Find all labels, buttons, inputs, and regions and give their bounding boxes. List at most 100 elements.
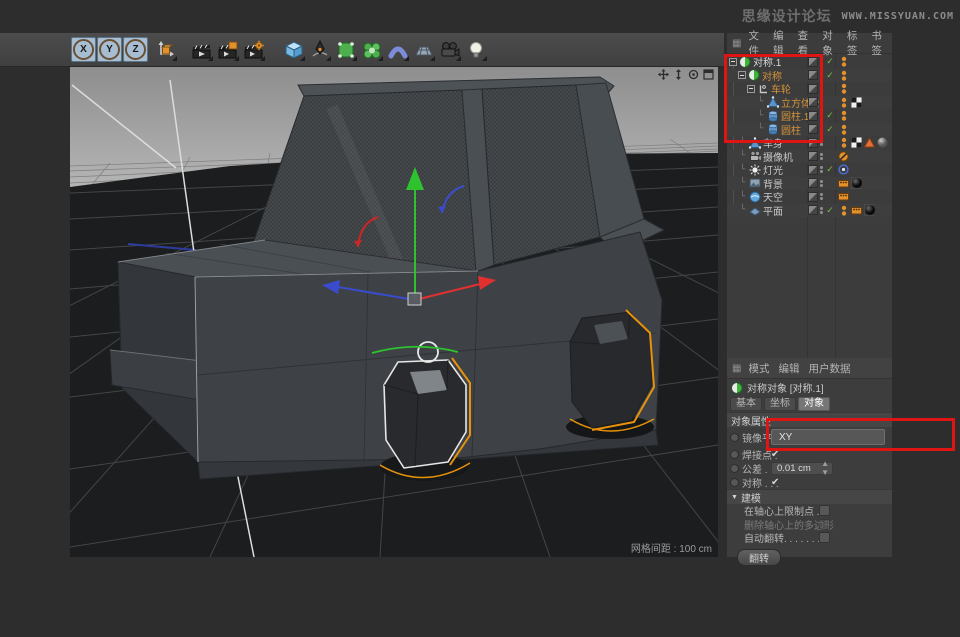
sphere-black-tag-icon[interactable] [851, 178, 862, 189]
x-axis-lock-button[interactable]: X [71, 37, 96, 62]
spline-pen-button[interactable] [307, 37, 332, 62]
panel-grid-icon[interactable]: ▦ [732, 363, 741, 374]
tag-list [838, 204, 875, 218]
background-object-icon [749, 177, 761, 189]
enable-check-icon[interactable]: ✓ [825, 111, 835, 120]
generators-button[interactable] [359, 37, 384, 62]
attribute-tabs: 基本坐标对象 [727, 396, 892, 412]
enable-check-icon[interactable]: ✓ [825, 125, 835, 134]
attribute-manager-menu-item[interactable]: 模式 [748, 361, 769, 376]
attribute-manager-menu-item[interactable]: 编辑 [778, 361, 799, 376]
keyframe-dot-icon[interactable] [730, 464, 739, 473]
object-tree-row[interactable]: └灯光✓ [727, 163, 892, 177]
object-tree-row[interactable]: └背景 [727, 177, 892, 191]
sphere-black-tag-icon[interactable] [864, 205, 875, 216]
gizmo-origin[interactable] [408, 293, 421, 305]
compositing-tag-icon[interactable] [851, 205, 862, 216]
rotate-view-icon[interactable] [687, 68, 700, 81]
visibility-dots-icon[interactable] [820, 166, 823, 173]
site-name: 思缘设计论坛 [742, 6, 832, 26]
add-cube-primitive-button[interactable] [281, 37, 306, 62]
annotation-box-mirror-plane [766, 418, 955, 451]
deformers-icon [388, 40, 408, 60]
layer-color-icon[interactable] [808, 165, 818, 175]
modeling-option-checkbox[interactable] [819, 532, 830, 543]
tab-对象[interactable]: 对象 [798, 397, 830, 411]
light-tool-button[interactable] [463, 37, 488, 62]
render-region-button[interactable] [215, 37, 240, 62]
tag-list [838, 163, 849, 177]
orange-dots-tag-icon[interactable] [838, 97, 849, 108]
layer-color-icon[interactable] [808, 192, 818, 202]
compositing-tag-icon[interactable] [838, 191, 849, 202]
camera-tool-button[interactable] [437, 37, 462, 62]
object-tree-row[interactable]: └平面✓ [727, 204, 892, 218]
object-manager-menu-item[interactable]: 书签 [871, 28, 887, 58]
viewport-3d[interactable]: 网格间距 : 100 cm [70, 67, 718, 557]
orange-dots-tag-icon[interactable] [838, 205, 849, 216]
target-tag-icon[interactable] [838, 164, 849, 175]
layer-color-icon[interactable] [808, 205, 818, 215]
viewport-controls [657, 68, 715, 81]
toggle-layout-icon[interactable] [702, 68, 715, 81]
visibility-dots-icon[interactable] [820, 153, 823, 160]
tree-branch-icon: └ [738, 165, 747, 175]
visibility-dots-icon[interactable] [820, 180, 823, 187]
uvw-tag-icon[interactable] [851, 97, 862, 108]
environment-floor-button[interactable] [411, 37, 436, 62]
enable-check-icon[interactable]: ✓ [825, 57, 835, 66]
z-axis-lock-button[interactable]: Z [123, 37, 148, 62]
tolerance-field[interactable]: 0.01 cm ▲▼ [771, 462, 833, 475]
tab-坐标[interactable]: 坐标 [764, 397, 796, 411]
noise-tag-icon[interactable] [877, 137, 888, 148]
site-url: WWW.MISSYUAN.COM [842, 11, 954, 22]
layer-color-icon[interactable] [808, 151, 818, 161]
modeling-section-header[interactable]: ▼ 建模 [727, 489, 892, 504]
render-view-icon [191, 40, 212, 60]
orange-dots-tag-icon[interactable] [838, 56, 849, 67]
orange-dots-tag-icon[interactable] [838, 137, 849, 148]
render-settings-button[interactable] [241, 37, 266, 62]
visibility-dots-icon[interactable] [820, 207, 823, 214]
tag-list [838, 55, 849, 69]
y-axis-lock-button[interactable]: Y [97, 37, 122, 62]
orange-dots-tag-icon[interactable] [838, 110, 849, 121]
keyframe-dot-icon[interactable] [730, 478, 739, 487]
orange-dots-tag-icon[interactable] [838, 124, 849, 135]
orange-dots-tag-icon[interactable] [838, 83, 849, 94]
object-tree-row[interactable]: └摄像机 [727, 150, 892, 164]
tree-branch-icon: └ [738, 205, 747, 215]
coordinate-system-button[interactable] [153, 37, 178, 62]
object-manager-menu-item[interactable]: 标签 [847, 28, 863, 58]
visibility-dots-icon[interactable] [820, 193, 823, 200]
compositing-tag-icon[interactable] [838, 178, 849, 189]
enable-check-icon[interactable]: ✓ [825, 165, 835, 174]
tab-基本[interactable]: 基本 [730, 397, 762, 411]
render-view-button[interactable] [189, 37, 214, 62]
zoom-view-icon[interactable] [672, 68, 685, 81]
keyframe-dot-icon[interactable] [730, 450, 739, 459]
flip-button[interactable]: 翻转 [737, 549, 781, 566]
generators-icon [362, 40, 382, 60]
tag-list [838, 96, 862, 110]
subdivision-surface-button[interactable] [333, 37, 358, 62]
deformers-button[interactable] [385, 37, 410, 62]
panel-grid-icon[interactable]: ▦ [732, 38, 741, 49]
symmetry-checkbox[interactable]: ✔ [771, 477, 779, 488]
x-axis-lock-label: X [73, 39, 94, 60]
layer-color-icon[interactable] [808, 178, 818, 188]
uvw-tag-icon[interactable] [851, 137, 862, 148]
protection-tag-icon[interactable] [838, 151, 849, 162]
enable-check-icon[interactable]: ✓ [825, 71, 835, 80]
orange-dots-tag-icon[interactable] [838, 70, 849, 81]
enable-check-icon[interactable]: ✓ [825, 206, 835, 215]
tag-list [838, 82, 849, 96]
attribute-manager-menu-item[interactable]: 用户数据 [808, 361, 850, 376]
object-tree-row[interactable]: └天空 [727, 190, 892, 204]
phong-tag-icon[interactable] [864, 137, 875, 148]
car-rear-wheel[interactable] [566, 310, 654, 439]
environment-floor-icon [414, 40, 434, 60]
modeling-option-checkbox[interactable] [819, 505, 830, 516]
pan-view-icon[interactable] [657, 68, 670, 81]
keyframe-dot-icon[interactable] [730, 433, 739, 442]
